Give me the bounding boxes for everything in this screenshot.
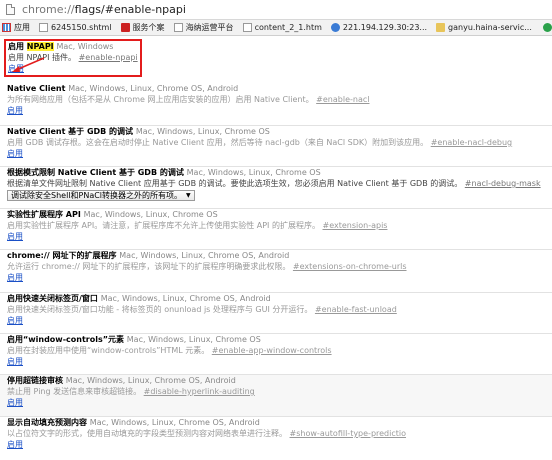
enable-link[interactable]: 启用 <box>7 105 23 116</box>
bookmark-4[interactable]: content_2_1.htm <box>242 23 322 32</box>
bookmarks-bar: 应用 6245150.shtml 服务个案 海纳运营平台 content_2_1… <box>0 20 552 36</box>
bookmark-1[interactable]: 6245150.shtml <box>39 23 112 32</box>
experiment-description: 启用快速关闭标签页/窗口功能 - 将标签页的 onunload js 处理程序与… <box>7 305 397 314</box>
experiment-description: 根据清单文件网址限制 Native Client 应用基于 GDB 的调试。要使… <box>7 179 541 188</box>
experiment-title: 根据模式限制 Native Client 基于 GDB 的调试 Mac, Win… <box>7 168 321 177</box>
experiment-nacl-debug: Native Client 基于 GDB 的调试 Mac, Windows, L… <box>0 126 552 167</box>
experiment-anchor-link[interactable]: #nacl-debug-mask <box>465 179 541 188</box>
apps-icon <box>2 23 11 32</box>
bookmark-6[interactable]: ganyu.haina-servic... <box>436 23 532 32</box>
experiment-nacl-debug-mask: 根据模式限制 Native Client 基于 GDB 的调试 Mac, Win… <box>0 167 552 209</box>
enable-link[interactable]: 启用 <box>7 272 23 283</box>
debug-mask-select[interactable]: 调试除安全Shell和PNaCl转换器之外的所有项。 ▼ <box>7 190 195 201</box>
experiment-title: Native Client 基于 GDB 的调试 Mac, Windows, L… <box>7 127 270 136</box>
bookmark-2[interactable]: 服务个案 <box>120 22 165 33</box>
url-path: flags/#enable-npapi <box>74 3 186 16</box>
experiment-platforms: Mac, Windows <box>56 42 114 51</box>
experiment-title: Native Client Mac, Windows, Linux, Chrom… <box>7 84 239 93</box>
experiment-extensions-on-chrome-urls: chrome:// 网址下的扩展程序 Mac, Windows, Linux, … <box>0 250 552 293</box>
folder-icon <box>436 23 446 32</box>
experiment-anchor-link[interactable]: #enable-nacl <box>316 95 369 104</box>
experiment-description: 禁止用 Ping 发送信息来审核超链接。 #disable-hyperlink-… <box>7 387 255 396</box>
experiment-title: 显示自动填充预测内容 Mac, Windows, Linux, Chrome O… <box>7 418 260 427</box>
experiment-platforms: Mac, Windows, Linux, Chrome OS, Android <box>68 84 239 93</box>
experiment-platforms: Mac, Windows, Linux, Chrome OS, Android <box>65 376 236 385</box>
experiment-anchor-link[interactable]: #extension-apis <box>323 221 388 230</box>
experiment-enable-npapi: 启用 NPAPI Mac, Windows 启用 NPAPI 插件。 #enab… <box>4 39 142 77</box>
experiment-platforms: Mac, Windows, Linux, Chrome OS <box>186 168 321 177</box>
page-icon <box>39 23 48 32</box>
experiment-title: 启用 NPAPI Mac, Windows <box>8 42 114 51</box>
experiment-description: 启用 GDB 调试存根。这会在启动时停止 Native Client 应用，然后… <box>7 138 513 147</box>
experiment-platforms: Mac, Windows, Linux, Chrome OS, Android <box>119 251 290 260</box>
experiment-title: 实验性扩展程序 API Mac, Windows, Linux, Chrome … <box>7 210 218 219</box>
experiment-title: 启用快速关闭标签页/窗口 Mac, Windows, Linux, Chrome… <box>7 294 271 303</box>
experiment-anchor-link[interactable]: #disable-hyperlink-auditing <box>144 387 255 396</box>
globe-icon <box>330 23 340 32</box>
experiment-native-client: Native Client Mac, Windows, Linux, Chrom… <box>0 83 552 126</box>
experiment-show-autofill-predictions: 显示自动填充预测内容 Mac, Windows, Linux, Chrome O… <box>0 417 552 460</box>
search-highlight: NPAPI <box>26 42 54 51</box>
experiment-platforms: Mac, Windows, Linux, Chrome OS <box>135 127 270 136</box>
gov-emblem-icon <box>120 23 130 32</box>
experiment-platforms: Mac, Windows, Linux, Chrome OS, Android <box>100 294 271 303</box>
experiment-anchor-link[interactable]: #extensions-on-chrome-urls <box>293 262 407 271</box>
enable-link[interactable]: 启用 <box>7 148 23 159</box>
chevron-down-icon: ▼ <box>186 192 191 199</box>
bookmark-3[interactable]: 海纳运营平台 <box>173 22 234 33</box>
experiment-platforms: Mac, Windows, Linux, Chrome OS <box>126 335 261 344</box>
enable-link[interactable]: 启用 <box>8 63 24 74</box>
page-icon <box>6 4 15 15</box>
enable-link[interactable]: 启用 <box>7 356 23 367</box>
experiment-description: 允许运行 chrome:// 网址下的扩展程序，该网址下的扩展程序明确要求此权限… <box>7 262 407 271</box>
experiment-fast-unload: 启用快速关闭标签页/窗口 Mac, Windows, Linux, Chrome… <box>0 293 552 334</box>
experiment-anchor-link[interactable]: #show-autofill-type-predictio <box>290 429 406 438</box>
enable-link[interactable]: 启用 <box>7 397 23 408</box>
experiment-anchor-link[interactable]: #enable-app-window-controls <box>212 346 332 355</box>
page-icon <box>242 23 252 32</box>
page-icon <box>173 23 183 32</box>
experiment-description: 以占位符文字的形式，使用自动填充的字段类型预测内容对网络表单进行注释。 #sho… <box>7 429 407 438</box>
experiment-title: chrome:// 网址下的扩展程序 Mac, Windows, Linux, … <box>7 251 290 260</box>
experiment-anchor-link[interactable]: #enable-npapi <box>79 53 138 62</box>
green-extension-icon[interactable] <box>542 23 552 32</box>
enable-link[interactable]: 启用 <box>7 439 23 450</box>
bookmark-5[interactable]: 221.194.129.30:23... <box>330 23 427 32</box>
experiment-description: 启用在封装应用中使用“window-controls”HTML 元素。 #ena… <box>7 346 332 355</box>
experiment-title: 停用超链接审核 Mac, Windows, Linux, Chrome OS, … <box>7 376 236 385</box>
enable-link[interactable]: 启用 <box>7 315 23 326</box>
experiment-app-window-controls: 启用“window-controls”元素 Mac, Windows, Linu… <box>0 334 552 375</box>
experiment-platforms: Mac, Windows, Linux, Chrome OS <box>83 210 218 219</box>
experiment-title: 启用“window-controls”元素 Mac, Windows, Linu… <box>7 335 261 344</box>
url-text[interactable]: chrome://flags/#enable-npapi <box>22 3 186 16</box>
experiment-description: 为所有网络应用（包括不是从 Chrome 网上应用店安装的应用）启用 Nativ… <box>7 95 370 104</box>
bookmark-apps[interactable]: 应用 <box>2 22 30 33</box>
experiment-description: 启用实验性扩展程序 API。请注意，扩展程序库不允许上传使用实验性 API 的扩… <box>7 221 388 230</box>
enable-link[interactable]: 启用 <box>7 231 23 242</box>
experiment-disable-hyperlink-auditing: 停用超链接审核 Mac, Windows, Linux, Chrome OS, … <box>0 375 552 417</box>
experiment-platforms: Mac, Windows, Linux, Chrome OS, Android <box>89 418 260 427</box>
address-bar[interactable]: chrome://flags/#enable-npapi <box>0 0 552 20</box>
experiment-description: 启用 NPAPI 插件。 #enable-npapi <box>8 53 138 62</box>
experiment-extension-apis: 实验性扩展程序 API Mac, Windows, Linux, Chrome … <box>0 209 552 250</box>
url-scheme: chrome:// <box>22 3 75 16</box>
experiment-anchor-link[interactable]: #enable-nacl-debug <box>431 138 512 147</box>
experiment-anchor-link[interactable]: #enable-fast-unload <box>315 305 397 314</box>
